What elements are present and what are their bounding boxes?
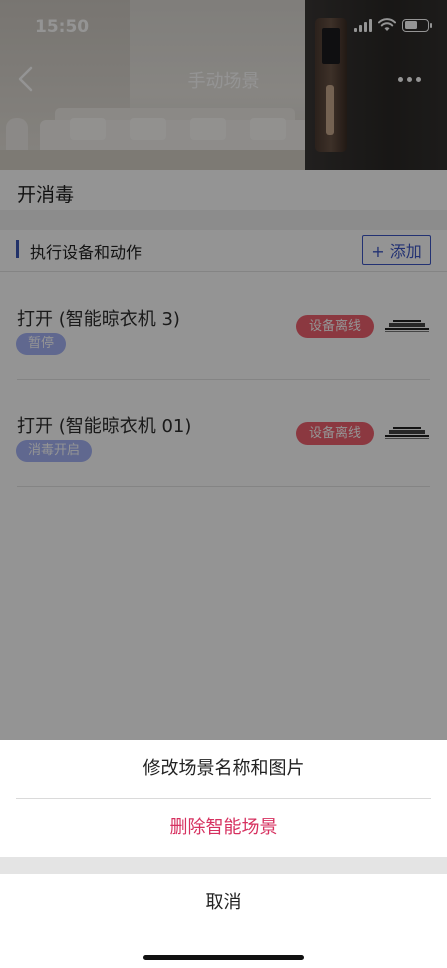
cancel-option[interactable]: 取消 bbox=[0, 874, 447, 932]
edit-scene-option[interactable]: 修改场景名称和图片 bbox=[0, 740, 447, 798]
action-sheet: 修改场景名称和图片 删除智能场景 取消 bbox=[0, 740, 447, 968]
delete-scene-option[interactable]: 删除智能场景 bbox=[0, 799, 447, 857]
home-indicator bbox=[143, 955, 304, 960]
